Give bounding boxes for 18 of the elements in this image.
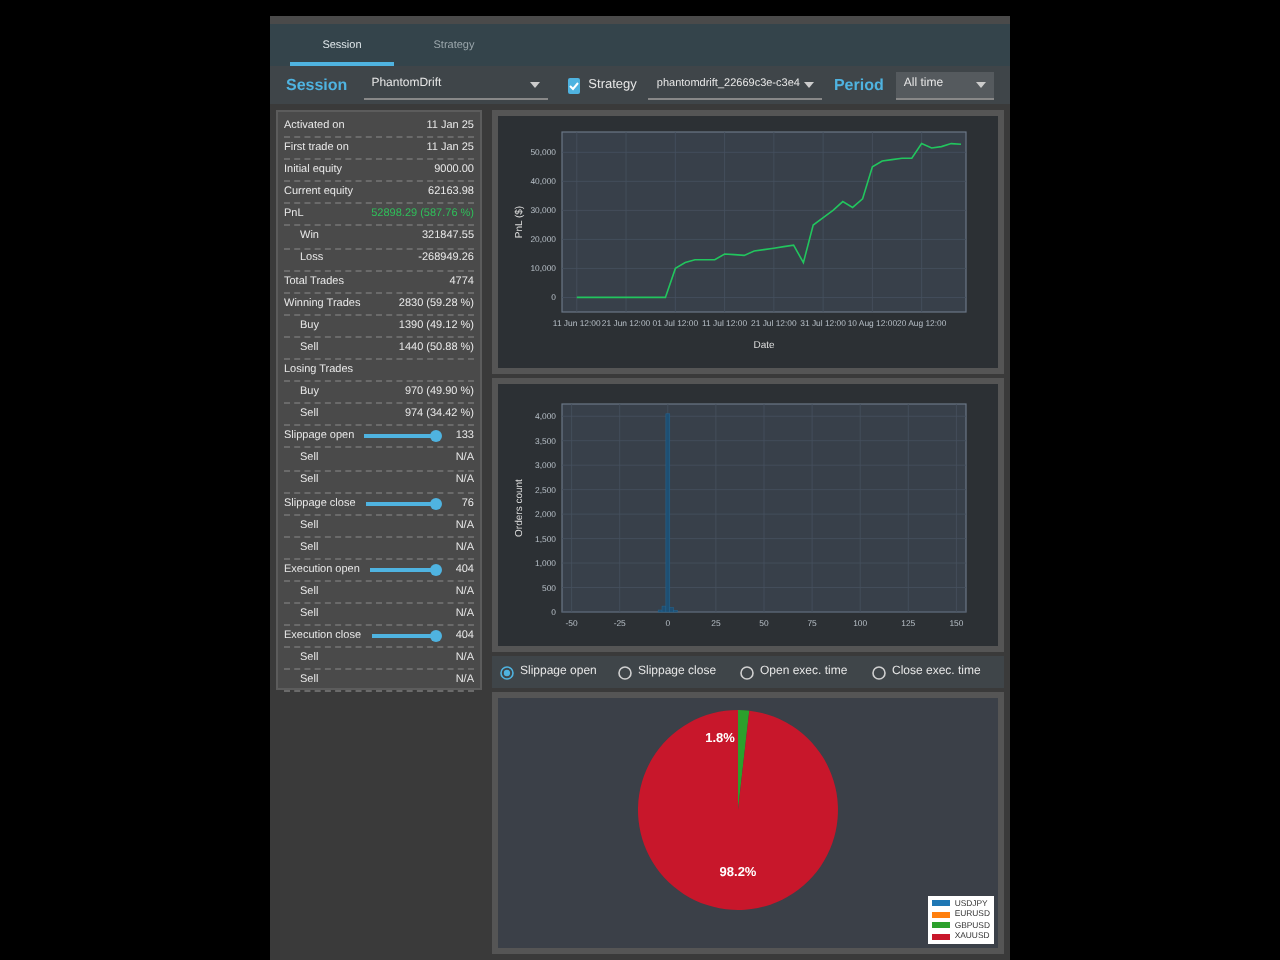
caret-icon bbox=[529, 81, 540, 87]
radio-button[interactable] bbox=[500, 665, 514, 679]
slider-thumb[interactable] bbox=[430, 497, 443, 510]
strategy-checkbox[interactable] bbox=[567, 77, 581, 93]
legend-swatch bbox=[932, 933, 951, 940]
radio-button[interactable] bbox=[740, 665, 754, 679]
slider-thumb[interactable] bbox=[430, 430, 443, 443]
legend-swatch bbox=[932, 922, 951, 929]
legend-swatch bbox=[932, 900, 951, 907]
caret-icon bbox=[803, 81, 814, 87]
slider-thumb[interactable] bbox=[430, 563, 443, 576]
session-label: Session bbox=[286, 73, 348, 97]
period-label: Period bbox=[833, 73, 884, 97]
radio-button[interactable] bbox=[618, 665, 632, 679]
caret-icon bbox=[975, 81, 986, 87]
radio-button[interactable] bbox=[872, 665, 886, 679]
legend-swatch bbox=[932, 911, 951, 918]
slider-thumb[interactable] bbox=[430, 630, 443, 643]
